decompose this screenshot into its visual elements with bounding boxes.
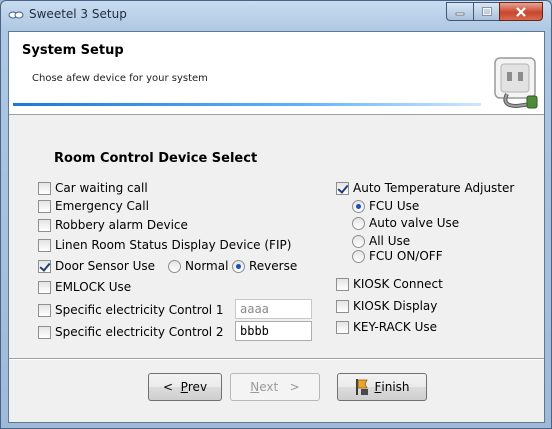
checkbox-box[interactable] <box>38 325 51 339</box>
checkbox-label: KIOSK Display <box>353 299 438 313</box>
close-button[interactable] <box>499 2 543 21</box>
checkbox-label: Car waiting call <box>55 181 148 195</box>
radio-circle[interactable] <box>352 216 365 230</box>
key-rack-checkbox[interactable]: KEY-RACK Use <box>336 319 437 335</box>
footer-separator <box>9 358 544 360</box>
radio-label: Reverse <box>249 259 298 273</box>
specific-electricity-1-checkbox[interactable]: Specific electricity Control 1 <box>38 302 224 318</box>
maximize-button[interactable] <box>473 2 499 21</box>
panel-separator <box>9 116 544 129</box>
checkbox-box[interactable] <box>336 320 349 334</box>
checkbox-label: Auto Temperature Adjuster <box>353 181 515 195</box>
car-waiting-call-checkbox[interactable]: Car waiting call <box>38 180 148 196</box>
prev-button[interactable]: < Prev <box>148 373 222 401</box>
title-bar[interactable]: Sweetel 3 Setup <box>1 1 551 31</box>
checkbox-box[interactable] <box>38 280 51 294</box>
finish-label-rest: inish <box>381 380 410 394</box>
header-title: System Setup <box>22 43 124 58</box>
checkbox-box[interactable] <box>336 299 349 313</box>
app-icon <box>8 11 24 19</box>
next-arrow: > <box>289 380 300 394</box>
radio-circle[interactable] <box>352 234 365 248</box>
checkbox-label: Specific electricity Control 2 <box>55 325 224 339</box>
linen-room-fip-checkbox[interactable]: Linen Room Status Display Device (FIP) <box>38 237 291 253</box>
all-use-radio[interactable]: All Use <box>352 233 410 249</box>
kiosk-display-checkbox[interactable]: KIOSK Display <box>336 298 437 314</box>
next-button[interactable]: Next > <box>230 373 320 401</box>
kiosk-connect-checkbox[interactable]: KIOSK Connect <box>336 276 443 292</box>
radio-circle[interactable] <box>352 249 365 263</box>
fcu-on-off-radio[interactable]: FCU ON/OFF <box>352 248 443 264</box>
checkbox-box[interactable] <box>38 181 51 195</box>
checkbox-label: KEY-RACK Use <box>353 320 438 334</box>
next-label-rest: ext <box>259 380 279 394</box>
checkbox-box[interactable] <box>336 277 349 291</box>
radio-label: FCU Use <box>369 199 420 213</box>
emergency-call-checkbox[interactable]: Emergency Call <box>38 198 149 214</box>
fcu-use-radio[interactable]: FCU Use <box>352 198 419 214</box>
checkbox-label: EMLOCK Use <box>55 280 132 294</box>
checkbox-label: Specific electricity Control 1 <box>55 303 224 317</box>
prev-label-rest: rev <box>187 380 208 394</box>
checkbox-box[interactable] <box>38 259 51 273</box>
specific-electricity-2-checkbox[interactable]: Specific electricity Control 2 <box>38 324 224 340</box>
auto-temperature-checkbox[interactable]: Auto Temperature Adjuster <box>336 180 514 196</box>
door-sensor-checkbox[interactable]: Door Sensor Use <box>38 258 155 274</box>
radio-circle[interactable] <box>352 199 365 213</box>
checkbox-label: Emergency Call <box>55 199 149 213</box>
header-subtitle: Chose afew device for your system <box>32 73 208 84</box>
finish-button[interactable]: Finish <box>337 373 427 401</box>
finish-mnemonic: F <box>374 380 382 394</box>
radio-label: Auto valve Use <box>369 216 460 230</box>
electricity-control-1-input[interactable]: aaaa <box>235 299 312 319</box>
radio-circle[interactable] <box>168 259 181 273</box>
section-title: Room Control Device Select <box>54 151 258 166</box>
setup-window: Sweetel 3 Setup System Setup Chose afew … <box>0 0 552 429</box>
radio-label: FCU ON/OFF <box>369 249 443 263</box>
checkbox-box[interactable] <box>336 181 349 195</box>
prev-mnemonic: P <box>180 380 188 394</box>
radio-label: Normal <box>185 259 229 273</box>
checkbox-label: Door Sensor Use <box>55 259 156 273</box>
electricity-control-2-input[interactable]: bbbb <box>235 321 312 341</box>
finish-flag-icon <box>356 379 369 395</box>
minimize-icon <box>455 12 465 15</box>
checkbox-box[interactable] <box>38 199 51 213</box>
setup-plug-icon <box>494 57 538 109</box>
checkbox-label: Linen Room Status Display Device (FIP) <box>55 238 292 252</box>
emlock-checkbox[interactable]: EMLOCK Use <box>38 279 131 295</box>
auto-valve-use-radio[interactable]: Auto valve Use <box>352 215 459 231</box>
robbery-alarm-checkbox[interactable]: Robbery alarm Device <box>38 217 188 233</box>
checkbox-label: Robbery alarm Device <box>55 218 188 232</box>
minimize-button[interactable] <box>446 2 473 21</box>
door-sensor-normal-radio[interactable]: Normal <box>168 258 228 274</box>
window-title: Sweetel 3 Setup <box>29 7 127 21</box>
wizard-header: System Setup Chose afew device for your … <box>9 32 544 115</box>
checkbox-box[interactable] <box>38 303 51 317</box>
radio-circle[interactable] <box>232 259 245 273</box>
close-icon <box>516 6 526 17</box>
checkbox-box[interactable] <box>38 218 51 232</box>
checkbox-label: KIOSK Connect <box>353 277 443 291</box>
header-accent-line <box>13 103 481 106</box>
radio-label: All Use <box>369 234 411 248</box>
maximize-icon <box>481 7 492 16</box>
door-sensor-reverse-radio[interactable]: Reverse <box>232 258 297 274</box>
next-mnemonic: N <box>250 380 260 394</box>
checkbox-box[interactable] <box>38 238 51 252</box>
prev-arrow: < <box>162 380 173 394</box>
